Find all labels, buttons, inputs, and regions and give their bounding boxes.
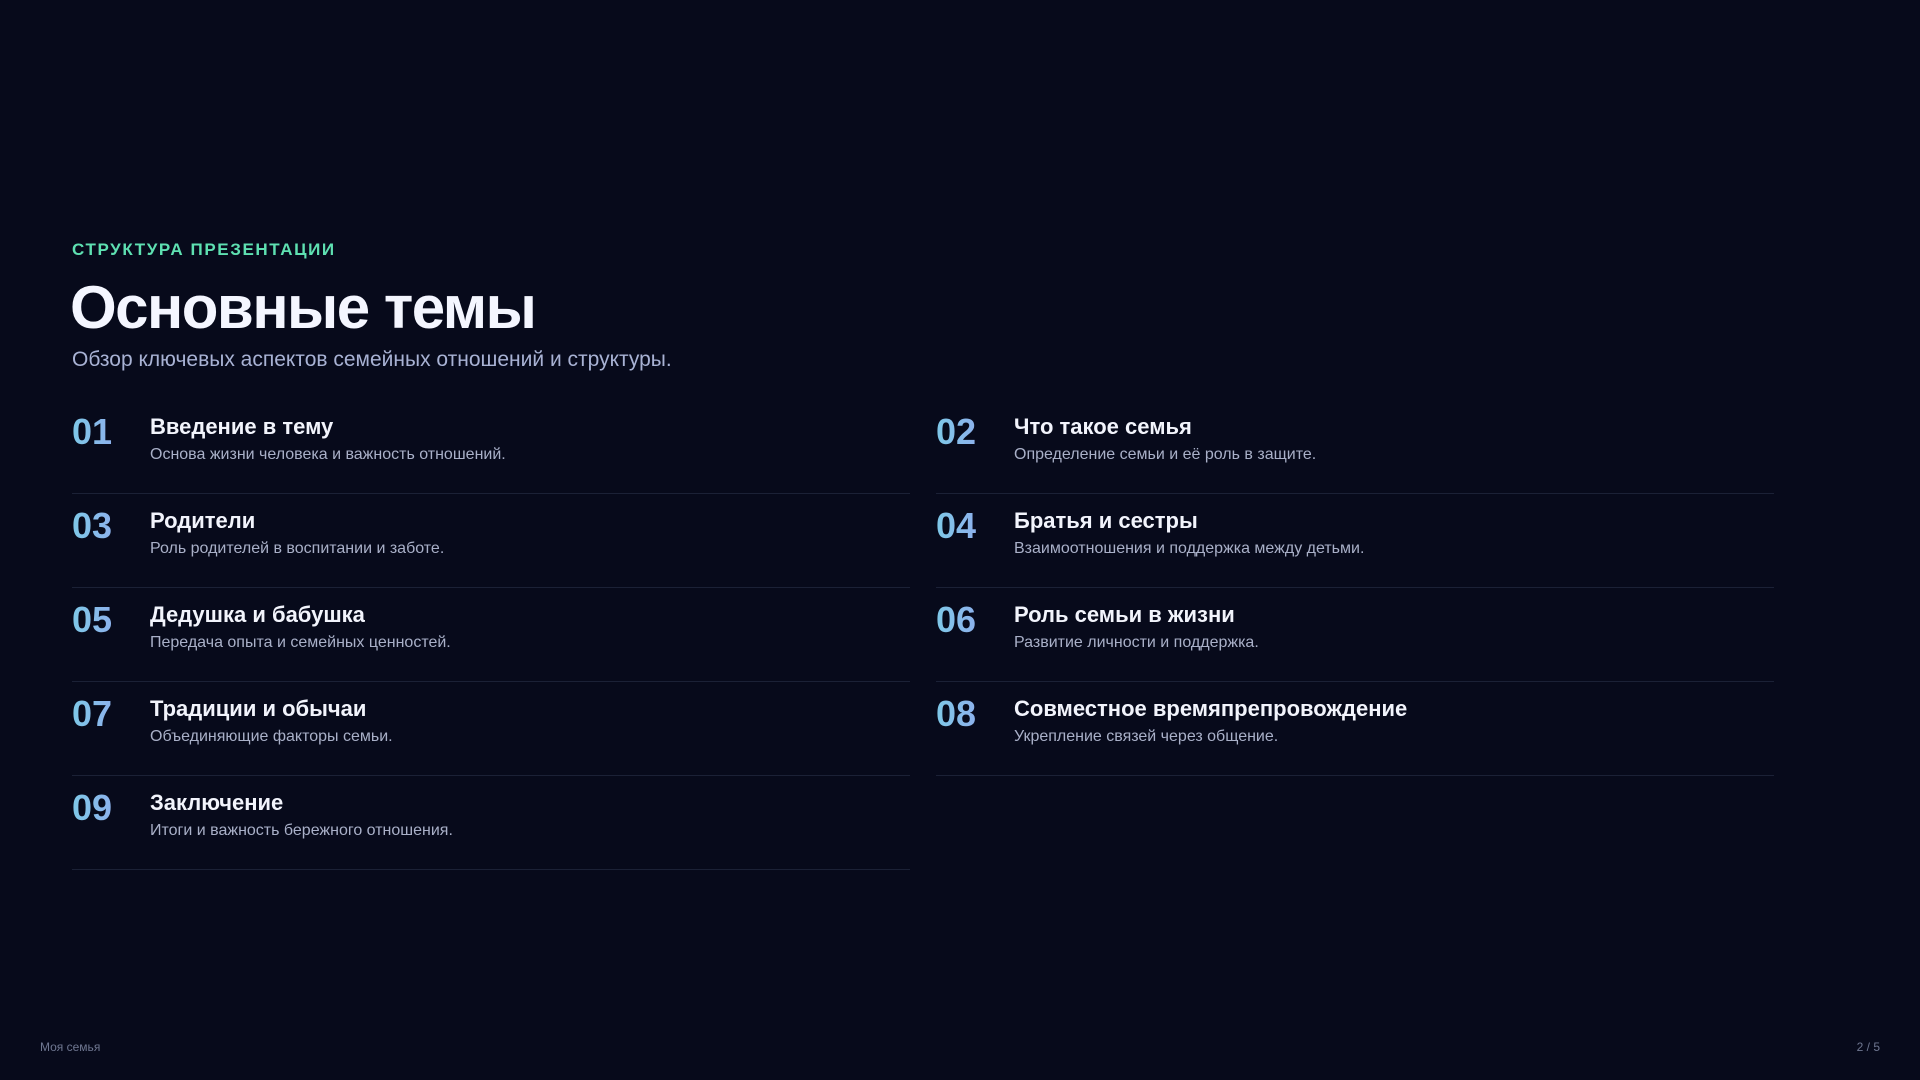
topic-description: Передача опыта и семейных ценностей. bbox=[150, 634, 451, 651]
topic-item-02: 02 Что такое семья Определение семьи и е… bbox=[936, 400, 1774, 494]
topic-title: Введение в тему bbox=[150, 414, 334, 439]
topic-number: 06 bbox=[936, 602, 1014, 638]
topic-item-07: 07 Традиции и обычаи Объединяющие фактор… bbox=[72, 682, 910, 776]
topic-body: Дедушка и бабушка Передача опыта и семей… bbox=[150, 602, 451, 653]
topic-body: Что такое семья Определение семьи и её р… bbox=[1014, 414, 1316, 465]
topic-item-06: 06 Роль семьи в жизни Развитие личности … bbox=[936, 588, 1774, 682]
topic-number: 09 bbox=[72, 790, 150, 826]
topic-title: Что такое семья bbox=[1014, 414, 1192, 439]
topic-number: 01 bbox=[72, 414, 150, 450]
topic-item-08: 08 Совместное времяпрепровождение Укрепл… bbox=[936, 682, 1774, 776]
topic-number: 08 bbox=[936, 696, 1014, 732]
footer-page-indicator: 2 / 5 bbox=[1856, 1040, 1880, 1054]
topic-description: Определение семьи и её роль в защите. bbox=[1014, 446, 1317, 463]
topic-number: 04 bbox=[936, 508, 1014, 544]
topic-description: Укрепление связей через общение. bbox=[1014, 728, 1279, 745]
topic-description: Развитие личности и поддержка. bbox=[1014, 634, 1259, 651]
page-subtitle: Обзор ключевых аспектов семейных отношен… bbox=[72, 348, 672, 371]
topic-body: Введение в тему Основа жизни человека и … bbox=[150, 414, 506, 465]
topic-item-05: 05 Дедушка и бабушка Передача опыта и се… bbox=[72, 588, 910, 682]
slide: СТРУКТУРА ПРЕЗЕНТАЦИИ Основные темы Обзо… bbox=[0, 0, 1920, 1080]
topic-title: Дедушка и бабушка bbox=[150, 602, 365, 627]
topic-number: 03 bbox=[72, 508, 150, 544]
topic-item-09: 09 Заключение Итоги и важность бережного… bbox=[72, 776, 910, 870]
topic-item-03: 03 Родители Роль родителей в воспитании … bbox=[72, 494, 910, 588]
topic-title: Заключение bbox=[150, 790, 284, 815]
topic-body: Роль семьи в жизни Развитие личности и п… bbox=[1014, 602, 1259, 653]
topic-description: Объединяющие факторы семьи. bbox=[150, 728, 393, 745]
footer-deck-name: Моя семья bbox=[40, 1040, 101, 1054]
topic-title: Роль семьи в жизни bbox=[1014, 602, 1235, 627]
topics-grid: 01 Введение в тему Основа жизни человека… bbox=[72, 400, 1774, 870]
topic-description: Основа жизни человека и важность отношен… bbox=[150, 446, 506, 463]
section-eyebrow: СТРУКТУРА ПРЕЗЕНТАЦИИ bbox=[72, 240, 336, 259]
topic-number: 05 bbox=[72, 602, 150, 638]
page-title: Основные темы bbox=[70, 274, 537, 341]
topic-title: Совместное времяпрепровождение bbox=[1014, 696, 1408, 721]
topic-body: Родители Роль родителей в воспитании и з… bbox=[150, 508, 444, 559]
topic-body: Традиции и обычаи Объединяющие факторы с… bbox=[150, 696, 393, 747]
topic-body: Братья и сестры Взаимоотношения и поддер… bbox=[1014, 508, 1364, 559]
topic-description: Итоги и важность бережного отношения. bbox=[150, 822, 453, 839]
topic-description: Роль родителей в воспитании и заботе. bbox=[150, 540, 445, 557]
topic-number: 07 bbox=[72, 696, 150, 732]
topic-body: Заключение Итоги и важность бережного от… bbox=[150, 790, 453, 841]
topic-item-04: 04 Братья и сестры Взаимоотношения и под… bbox=[936, 494, 1774, 588]
topic-body: Совместное времяпрепровождение Укреплени… bbox=[1014, 696, 1407, 747]
topic-title: Родители bbox=[150, 508, 256, 533]
topic-item-01: 01 Введение в тему Основа жизни человека… bbox=[72, 400, 910, 494]
topic-number: 02 bbox=[936, 414, 1014, 450]
topic-title: Традиции и обычаи bbox=[150, 696, 367, 721]
topic-title: Братья и сестры bbox=[1014, 508, 1198, 533]
topic-description: Взаимоотношения и поддержка между детьми… bbox=[1014, 540, 1365, 557]
